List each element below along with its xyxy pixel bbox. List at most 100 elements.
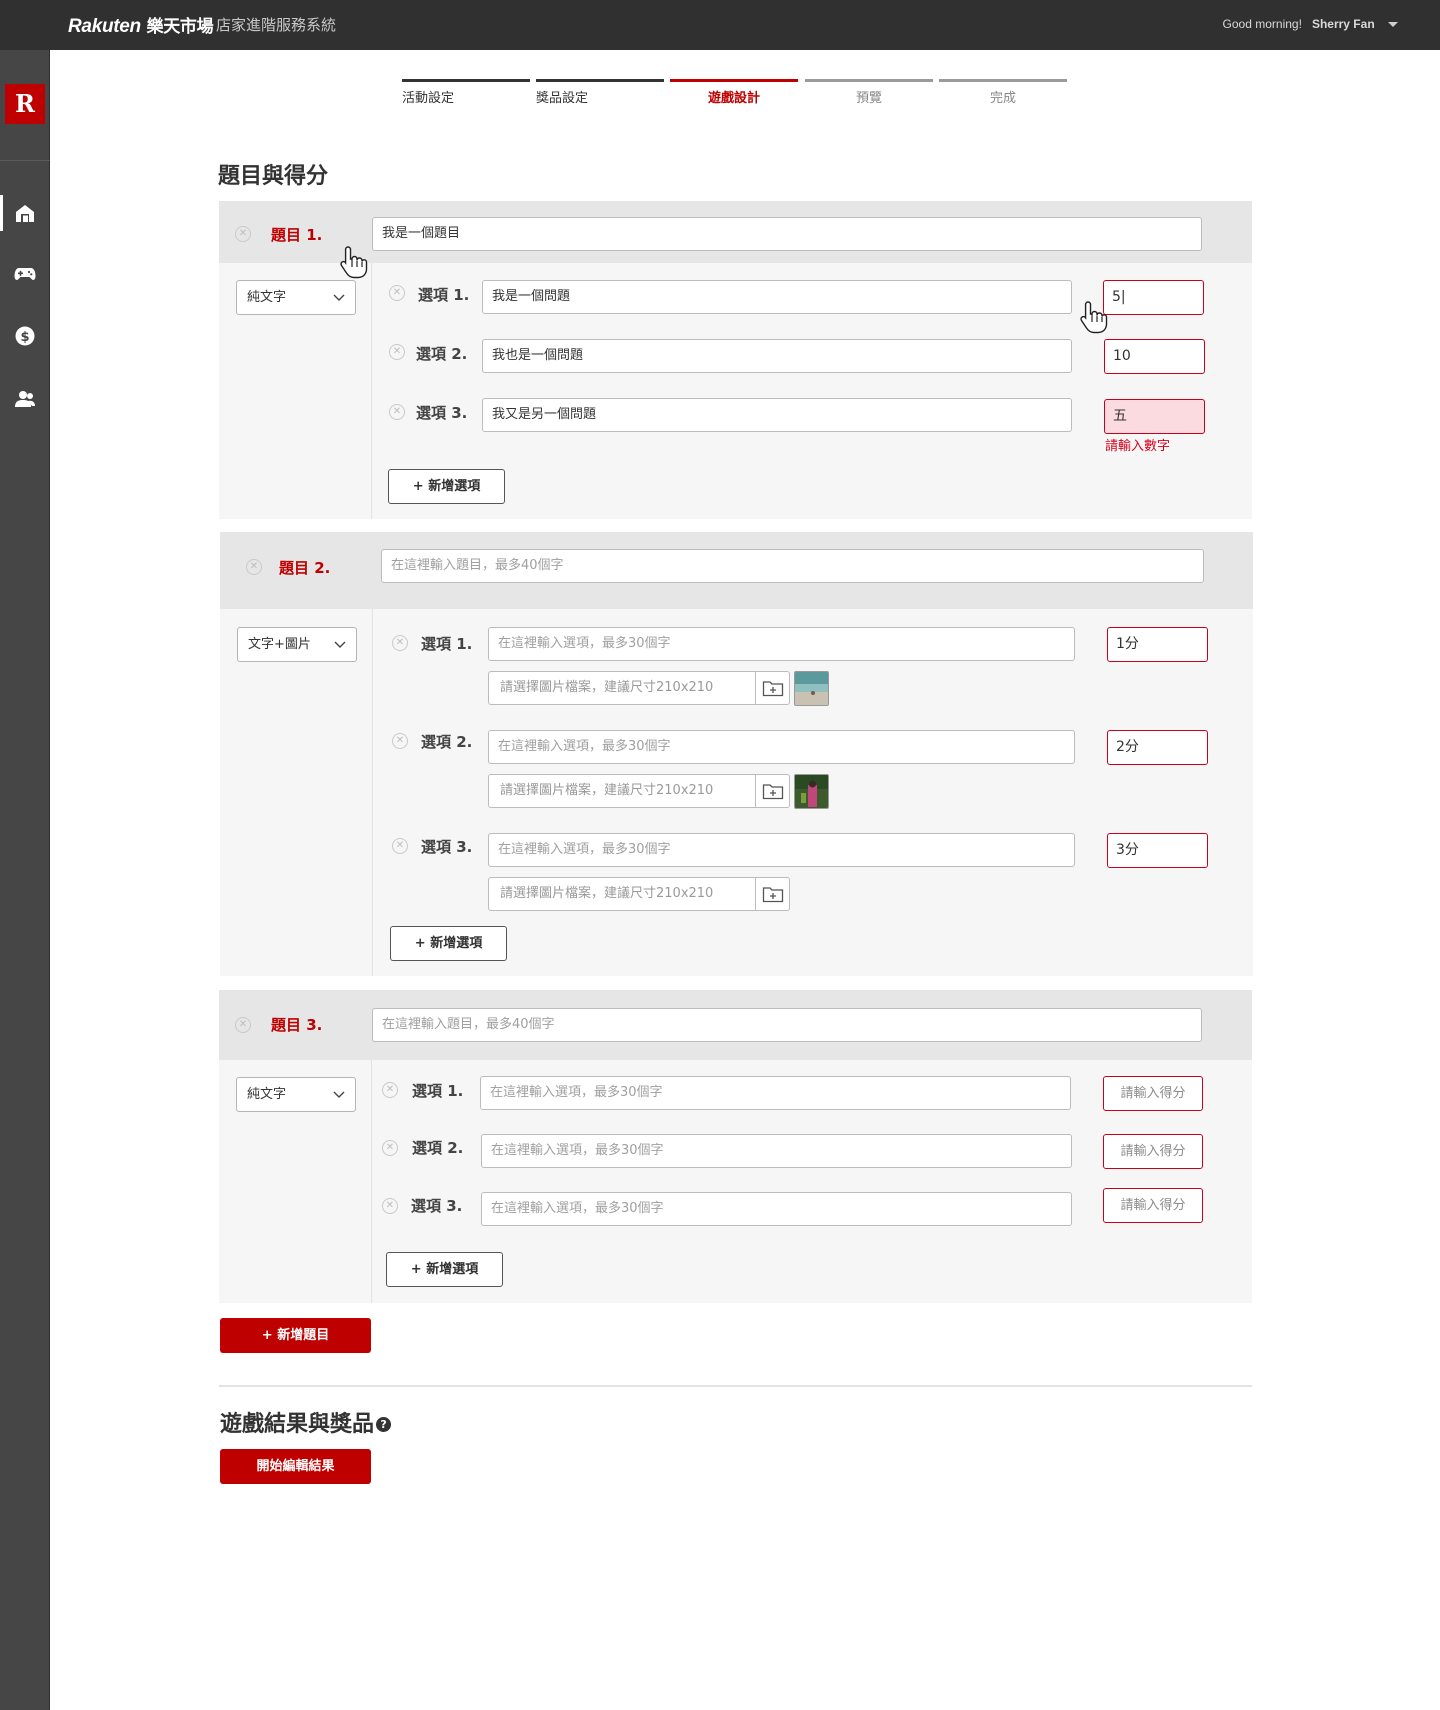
option-input[interactable]: 在這裡輸入選項，最多30個字 (481, 1134, 1072, 1168)
remove-option-icon[interactable]: ✕ (392, 635, 408, 651)
step-prize-settings[interactable]: 獎品設定 (536, 79, 664, 106)
option-input[interactable]: 我也是一個問題 (482, 339, 1072, 373)
image-file-input[interactable]: 請選擇圖片檔案，建議尺寸210x210 (488, 877, 790, 911)
remove-option-icon[interactable]: ✕ (392, 838, 408, 854)
step-activity-settings[interactable]: 活動設定 (402, 79, 530, 106)
brand-logo[interactable]: Rakuten 樂天市場 (68, 12, 214, 38)
remove-option-icon[interactable]: ✕ (382, 1140, 398, 1156)
step-label: 完成 (989, 91, 1016, 106)
option-label: 選項 2. (412, 1139, 464, 1157)
sidebar-item-billing[interactable]: $ (0, 318, 50, 354)
section-title: 題目與得分 (218, 164, 329, 189)
add-option-button[interactable]: + 新增選項 (388, 469, 505, 504)
question-block-1: ✕ 題目 1. 我是一個題目 純文字 ✕ 選項 1. 我是一個問題 5| ✕ 選… (219, 201, 1252, 519)
question-title-input[interactable]: 在這裡輸入題目，最多40個字 (372, 1008, 1202, 1042)
score-input[interactable]: 請輸入得分 (1103, 1188, 1203, 1223)
remove-option-icon[interactable]: ✕ (389, 404, 405, 420)
step-preview[interactable]: 預覽 (805, 79, 933, 106)
shop-icon (16, 205, 34, 222)
file-placeholder: 請選擇圖片檔案，建議尺寸210x210 (500, 886, 714, 901)
question-type-select[interactable]: 純文字 (236, 280, 356, 315)
gamepad-icon (14, 268, 36, 280)
option-input[interactable]: 我又是另一個問題 (482, 398, 1072, 432)
image-thumbnail (794, 671, 829, 706)
remove-question-icon[interactable]: ✕ (246, 559, 262, 575)
score-input[interactable]: 10 (1104, 339, 1205, 374)
question-title-input[interactable]: 我是一個題目 (372, 217, 1202, 251)
score-input[interactable]: 5| (1103, 280, 1204, 315)
score-input[interactable]: 請輸入得分 (1103, 1134, 1203, 1169)
option-label: 選項 1. (412, 1082, 464, 1100)
score-input-error[interactable]: 五 (1104, 399, 1205, 434)
image-thumbnail (794, 774, 829, 809)
option-input[interactable]: 在這裡輸入選項，最多30個字 (488, 833, 1075, 867)
option-input[interactable]: 在這裡輸入選項，最多30個字 (480, 1076, 1071, 1110)
remove-question-icon[interactable]: ✕ (235, 226, 251, 242)
step-complete[interactable]: 完成 (939, 79, 1067, 106)
remove-question-icon[interactable]: ✕ (235, 1017, 251, 1033)
help-icon[interactable]: ? (376, 1417, 392, 1432)
brand-zh: 樂天市場 (146, 17, 214, 37)
step-label: 活動設定 (402, 91, 455, 106)
system-name: 店家進階服務系統 (216, 16, 337, 34)
score-input[interactable]: 2分 (1107, 730, 1208, 765)
option-label: 選項 3. (411, 1197, 463, 1215)
question-label: 題目 2. (279, 559, 331, 577)
option-input[interactable]: 在這裡輸入選項，最多30個字 (488, 627, 1075, 661)
column-divider (371, 1060, 372, 1303)
score-input[interactable]: 1分 (1107, 627, 1208, 662)
user-name: Sherry Fan (1311, 17, 1375, 31)
question-title-input[interactable]: 在這裡輸入題目，最多40個字 (381, 549, 1204, 583)
chevron-down-icon (334, 641, 346, 648)
add-option-button[interactable]: + 新增選項 (386, 1252, 503, 1287)
remove-option-icon[interactable]: ✕ (382, 1198, 398, 1214)
step-label: 預覽 (855, 91, 882, 106)
option-input[interactable]: 我是一個問題 (482, 280, 1072, 314)
brand-en: Rakuten (68, 16, 141, 37)
sidebar: R $ (0, 50, 50, 1710)
sidebar-item-members[interactable] (0, 381, 50, 417)
progress-steps: 活動設定 獎品設定 遊戲設計 預覽 完成 (402, 79, 1068, 109)
sidebar-item-shop[interactable] (0, 195, 50, 231)
option-label: 選項 3. (421, 838, 473, 856)
question-block-2: ✕ 題目 2. 在這裡輸入題目，最多40個字 文字+圖片 ✕ 選項 1. 在這裡… (220, 532, 1253, 976)
option-label: 選項 2. (416, 345, 468, 363)
question-type-select[interactable]: 文字+圖片 (237, 627, 357, 662)
file-placeholder: 請選擇圖片檔案，建議尺寸210x210 (500, 783, 714, 798)
score-input[interactable]: 3分 (1107, 833, 1208, 868)
select-value: 純文字 (247, 1087, 287, 1102)
rakuten-r-logo[interactable]: R (5, 84, 45, 124)
results-title-text: 遊戲結果與獎品 (220, 1412, 375, 1437)
remove-option-icon[interactable]: ✕ (389, 344, 405, 360)
svg-text:$: $ (20, 330, 29, 345)
column-divider (372, 609, 373, 976)
option-label: 選項 1. (421, 635, 473, 653)
hand-cursor-icon (340, 246, 368, 279)
step-game-design[interactable]: 遊戲設計 (670, 79, 798, 106)
add-question-button[interactable]: + 新增題目 (220, 1318, 371, 1353)
remove-option-icon[interactable]: ✕ (392, 733, 408, 749)
step-bar (939, 79, 1067, 82)
edit-results-button[interactable]: 開始編輯結果 (220, 1449, 371, 1484)
option-input[interactable]: 在這裡輸入選項，最多30個字 (481, 1192, 1072, 1226)
folder-add-icon[interactable] (755, 878, 789, 910)
error-message: 請輸入數字 (1105, 439, 1171, 454)
users-icon (15, 391, 35, 407)
option-input[interactable]: 在這裡輸入選項，最多30個字 (488, 730, 1075, 764)
results-section-title: 遊戲結果與獎品? (220, 1406, 392, 1438)
step-label: 獎品設定 (536, 91, 589, 106)
top-bar: Rakuten 樂天市場 店家進階服務系統 Good morning! Sher… (0, 0, 1440, 50)
sidebar-item-games[interactable] (0, 256, 50, 292)
remove-option-icon[interactable]: ✕ (382, 1082, 398, 1098)
score-input[interactable]: 請輸入得分 (1103, 1076, 1203, 1111)
option-label: 選項 3. (416, 404, 468, 422)
folder-add-icon[interactable] (755, 672, 789, 704)
image-file-input[interactable]: 請選擇圖片檔案，建議尺寸210x210 (488, 774, 790, 808)
folder-add-icon[interactable] (755, 775, 789, 807)
user-menu[interactable]: Good morning! Sherry Fan (1223, 17, 1398, 31)
image-file-input[interactable]: 請選擇圖片檔案，建議尺寸210x210 (488, 671, 790, 705)
add-option-button[interactable]: + 新增選項 (390, 926, 507, 961)
step-bar (670, 79, 798, 82)
question-type-select[interactable]: 純文字 (236, 1077, 356, 1112)
remove-option-icon[interactable]: ✕ (389, 285, 405, 301)
